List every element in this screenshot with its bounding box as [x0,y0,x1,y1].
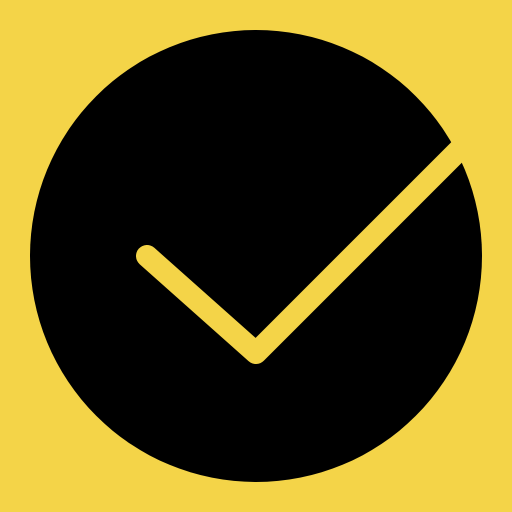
app-icon-tile [0,0,512,512]
icon-circle [30,30,482,482]
circle-check-icon [0,0,512,512]
